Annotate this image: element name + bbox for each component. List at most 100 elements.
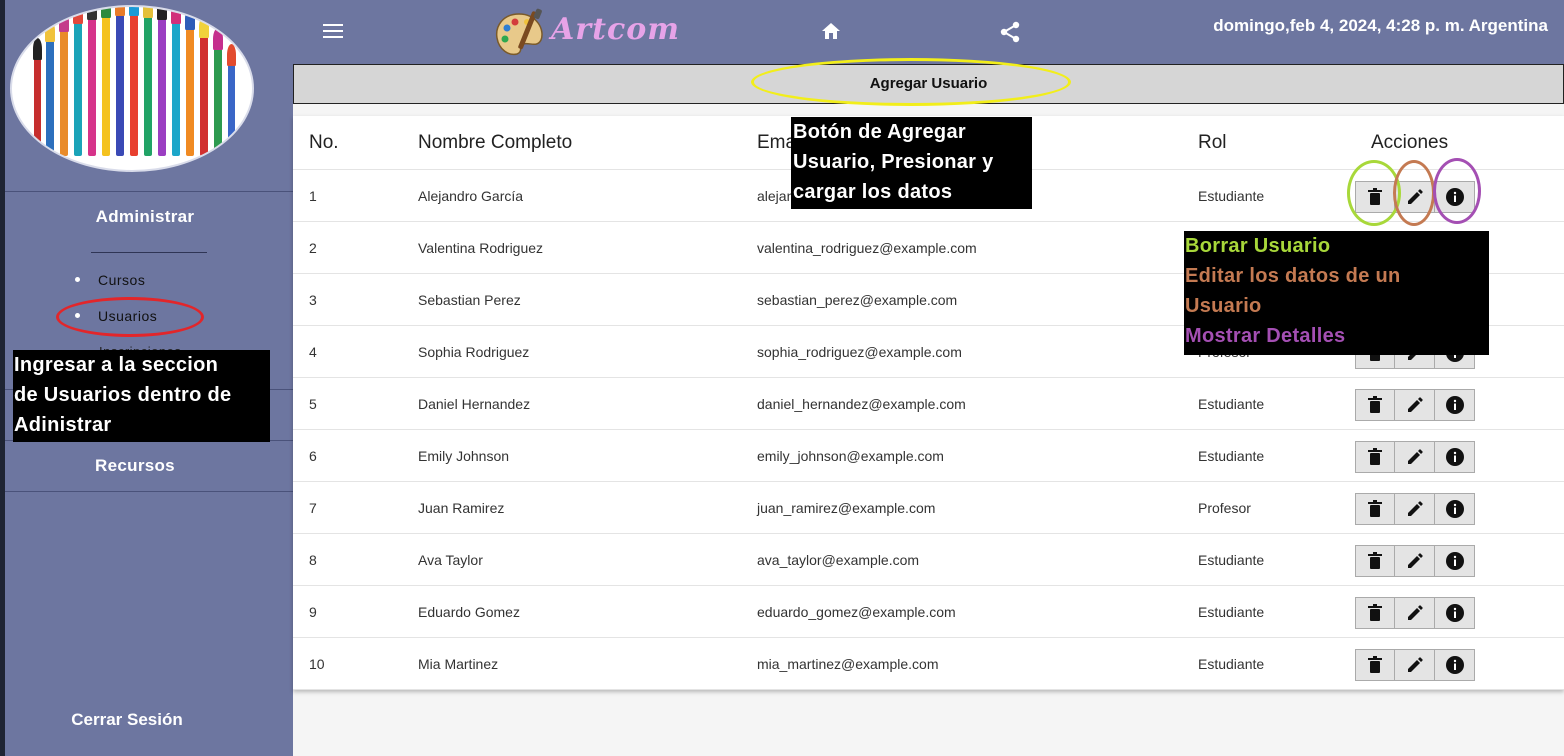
annotation-line: Usuario, Presionar y — [793, 151, 994, 173]
cell-role: Estudiante — [1198, 552, 1265, 568]
cell-email: sophia_rodriguez@example.com — [757, 344, 962, 360]
edit-icon — [1407, 501, 1423, 516]
cell-no: 4 — [309, 344, 317, 360]
info-icon — [1445, 552, 1464, 570]
cell-role: Estudiante — [1198, 188, 1265, 204]
edit-icon — [1407, 449, 1423, 464]
cell-email: sebastian_perez@example.com — [757, 292, 958, 308]
annotation-oval-usuarios — [56, 297, 204, 337]
trash-icon — [1368, 448, 1382, 465]
cell-no: 6 — [309, 448, 317, 464]
cell-name: Mia Martinez — [418, 656, 499, 672]
home-icon[interactable] — [821, 22, 841, 40]
cell-name: Juan Ramirez — [418, 500, 505, 516]
delete-button[interactable] — [1355, 441, 1395, 473]
palette-icon — [495, 8, 543, 56]
delete-button[interactable] — [1355, 597, 1395, 629]
header-name: Nombre Completo — [418, 132, 573, 153]
annotation-add-user: Botón de Agregar Usuario, Presionar y ca… — [791, 117, 1032, 209]
cell-no: 2 — [309, 240, 317, 256]
menu-icon[interactable] — [323, 24, 343, 40]
logout-button[interactable]: Cerrar Sesión — [5, 710, 249, 730]
edit-button[interactable] — [1395, 389, 1435, 421]
cell-role: Profesor — [1198, 500, 1251, 516]
info-button[interactable] — [1435, 441, 1475, 473]
sidebar-item-cursos[interactable]: Cursos — [75, 272, 145, 288]
delete-button[interactable] — [1355, 545, 1395, 577]
annotation-oval-details — [1433, 158, 1481, 224]
info-button[interactable] — [1435, 597, 1475, 629]
cell-no: 7 — [309, 500, 317, 516]
delete-button[interactable] — [1355, 389, 1395, 421]
brushes-logo — [10, 5, 254, 172]
table-row: 5 Daniel Hernandez daniel_hernandez@exampl… — [293, 378, 1564, 430]
row-actions — [1355, 649, 1475, 681]
trash-icon — [1368, 552, 1382, 569]
info-button[interactable] — [1435, 545, 1475, 577]
annotation-actions: Borrar Usuario Editar los datos de un Us… — [1184, 231, 1489, 355]
info-icon — [1445, 500, 1464, 518]
annotation-oval-edit — [1393, 160, 1435, 226]
share-icon[interactable] — [999, 21, 1021, 43]
edit-icon — [1407, 397, 1423, 412]
annotation-line: Botón de Agregar — [793, 121, 966, 143]
cell-role: Estudiante — [1198, 448, 1265, 464]
edit-icon — [1407, 553, 1423, 568]
trash-icon — [1368, 656, 1382, 673]
edit-icon — [1407, 657, 1423, 672]
cell-name: Daniel Hernandez — [418, 396, 531, 412]
delete-button[interactable] — [1355, 649, 1395, 681]
row-actions — [1355, 389, 1475, 421]
annotation-line: cargar los datos — [793, 181, 953, 203]
info-button[interactable] — [1435, 389, 1475, 421]
delete-button[interactable] — [1355, 493, 1395, 525]
cell-name: Sophia Rodriguez — [418, 344, 530, 360]
annotation-line: Adinistrar — [14, 414, 112, 436]
edit-button[interactable] — [1395, 441, 1435, 473]
cell-no: 9 — [309, 604, 317, 620]
table-row: 7 Juan Ramirez juan_ramirez@example.com Pro… — [293, 482, 1564, 534]
cell-role: Estudiante — [1198, 656, 1265, 672]
row-actions — [1355, 545, 1475, 577]
info-button[interactable] — [1435, 493, 1475, 525]
topbar: Artcom domingo,feb 4, 2024, 4:28 p. m. A… — [293, 0, 1564, 64]
row-actions — [1355, 597, 1475, 629]
cell-name: Emily Johnson — [418, 448, 510, 464]
info-button[interactable] — [1435, 649, 1475, 681]
row-actions — [1355, 493, 1475, 525]
cell-name: Valentina Rodriguez — [418, 240, 544, 256]
header-no: No. — [309, 132, 339, 153]
edit-button[interactable] — [1395, 597, 1435, 629]
annotation-details-label: Mostrar Detalles — [1185, 325, 1346, 347]
sidebar-admin-title[interactable]: Administrar — [5, 207, 285, 227]
cell-name: Alejandro García — [418, 188, 524, 204]
table-row: 6 Emily Johnson emily_johnson@example.com E… — [293, 430, 1564, 482]
table-row: 10 Mia Martinez mia_martinez@example.com Es… — [293, 638, 1564, 690]
cell-email: juan_ramirez@example.com — [757, 500, 936, 516]
cell-no: 10 — [309, 656, 325, 672]
sidebar-divider — [5, 491, 293, 492]
edit-button[interactable] — [1395, 649, 1435, 681]
cell-name: Sebastian Perez — [418, 292, 521, 308]
info-icon — [1445, 448, 1464, 466]
annotation-oval-add-user — [751, 58, 1071, 106]
cell-no: 3 — [309, 292, 317, 308]
annotation-edit-label: Usuario — [1185, 295, 1262, 317]
info-icon — [1445, 396, 1464, 414]
cell-name: Eduardo Gomez — [418, 604, 520, 620]
cell-email: daniel_hernandez@example.com — [757, 396, 966, 412]
sidebar-resources[interactable]: Recursos — [5, 456, 265, 476]
annotation-delete-label: Borrar Usuario — [1185, 235, 1331, 257]
edit-button[interactable] — [1395, 545, 1435, 577]
cell-no: 5 — [309, 396, 317, 412]
sidebar-admin-underline — [91, 252, 207, 253]
table-row: 8 Ava Taylor ava_taylor@example.com Estudia… — [293, 534, 1564, 586]
trash-icon — [1368, 396, 1382, 413]
edit-button[interactable] — [1395, 493, 1435, 525]
sidebar-divider — [5, 191, 293, 192]
brand-name[interactable]: Artcom — [551, 12, 680, 47]
cell-email: mia_martinez@example.com — [757, 656, 939, 672]
annotation-sidebar: Ingresar a la seccion de Usuarios dentro… — [13, 350, 270, 442]
info-icon — [1445, 656, 1464, 674]
table-row: 9 Eduardo Gomez eduardo_gomez@example.com E… — [293, 586, 1564, 638]
